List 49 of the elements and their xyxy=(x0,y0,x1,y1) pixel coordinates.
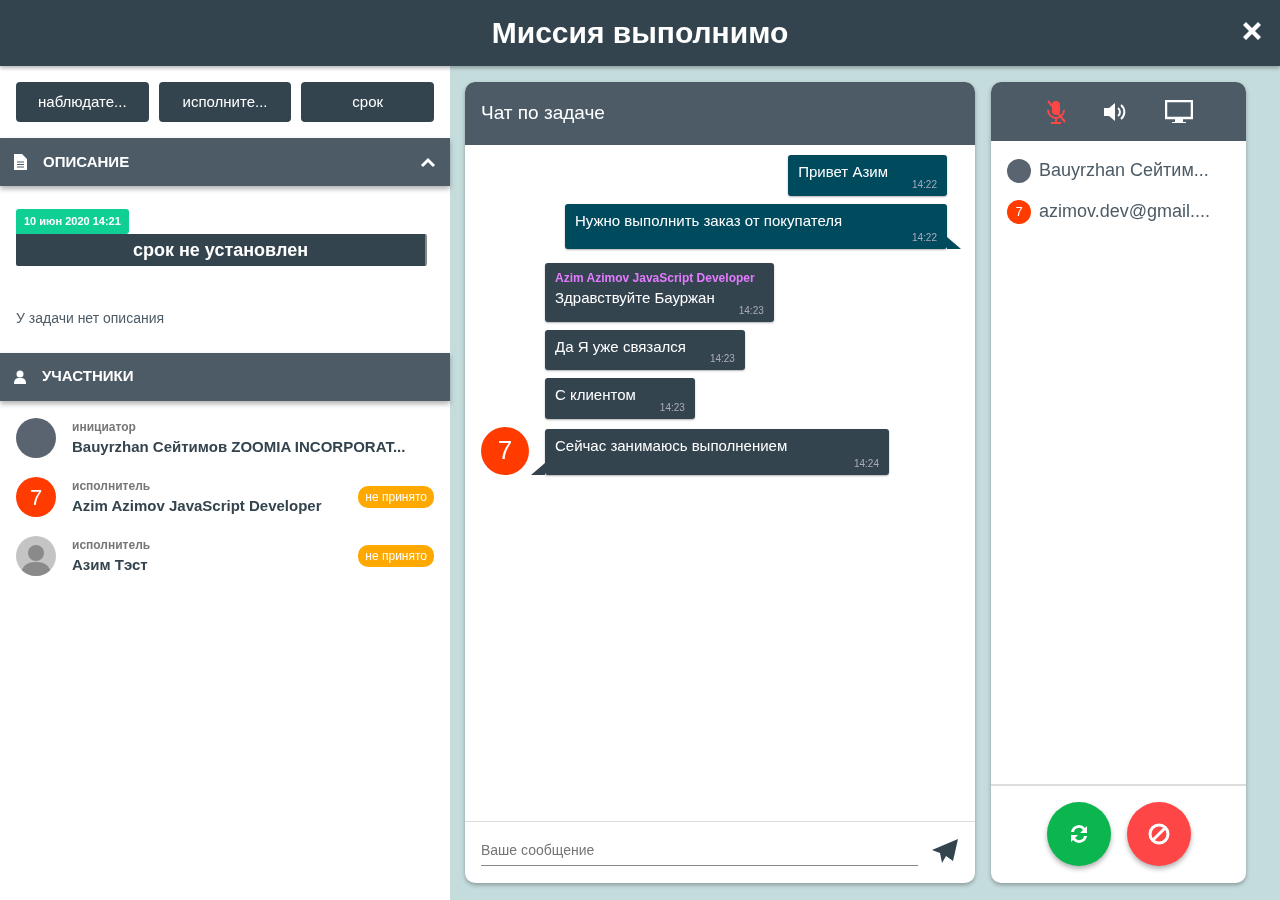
avatar-placeholder xyxy=(1007,158,1031,183)
screen-share-button[interactable] xyxy=(1164,99,1193,124)
status-badge: не принято xyxy=(358,486,434,508)
window-title: Миссия выполнимо xyxy=(491,15,789,51)
monitor-icon xyxy=(1164,99,1193,124)
participant-name: Bauyrzhan Сейтимов ZOOMIA INCORPORAT... xyxy=(72,436,407,457)
participant-name: Азим Тэст xyxy=(72,554,149,575)
user-icon xyxy=(14,369,26,384)
message-time: 14:22 xyxy=(911,177,937,192)
document-icon xyxy=(14,154,27,170)
send-icon xyxy=(931,838,959,864)
refresh-button[interactable] xyxy=(1046,802,1111,866)
message-time: 14:22 xyxy=(910,231,937,245)
message-text: Привет Азим xyxy=(798,162,888,182)
message-text: С клиентом xyxy=(555,385,636,405)
message-time: 14:23 xyxy=(709,352,735,366)
participant-role: исполнитель xyxy=(72,536,152,554)
block-button[interactable] xyxy=(1126,802,1191,866)
send-button[interactable] xyxy=(931,838,959,864)
message-text: Нужно выполнить заказ от покупателя xyxy=(575,210,843,231)
message-text: Да Я уже связался xyxy=(555,336,686,357)
description-text: У задачи нет описания xyxy=(16,308,166,328)
participant-role: исполнитель xyxy=(72,477,152,495)
filter-button[interactable]: срок xyxy=(301,82,434,122)
block-icon xyxy=(1146,822,1171,846)
avatar: 7 xyxy=(16,477,56,517)
chat-title: Чат по задаче xyxy=(481,101,605,126)
date-label: 10 июн 2020 14:21 xyxy=(16,209,129,234)
section-title: ОПИСАНИЕ xyxy=(43,151,130,172)
message-time: 14:23 xyxy=(659,400,685,415)
avatar: 7 xyxy=(1007,199,1031,224)
message-time: 14:23 xyxy=(738,303,764,318)
message-time: 14:24 xyxy=(852,456,879,471)
filter-button[interactable]: исполните... xyxy=(158,82,292,122)
status-badge: не принято xyxy=(358,545,434,567)
avatar-placeholder xyxy=(16,418,56,458)
message-text: Здравствуйте Бауржан xyxy=(555,288,715,308)
member-name: azimov.dev@gmail.... xyxy=(1039,200,1210,223)
deadline-label: срок не установлен xyxy=(16,233,427,266)
participant-role: инициатор xyxy=(72,418,137,436)
message-author: Azim Azimov JavaScript Developer xyxy=(555,270,756,287)
message-text: Сейчас занимаюсь выполнением xyxy=(555,436,788,456)
avatar: 7 xyxy=(481,426,529,475)
filter-button[interactable]: наблюдате... xyxy=(16,82,149,122)
member-name: Bauyrzhan Сейтим... xyxy=(1039,159,1209,182)
collapse-toggle[interactable] xyxy=(420,156,436,168)
section-title: УЧАСТНИКИ xyxy=(42,366,134,387)
person-silhouette-icon xyxy=(21,542,51,576)
participant-name: Azim Azimov JavaScript Developer xyxy=(72,495,323,516)
